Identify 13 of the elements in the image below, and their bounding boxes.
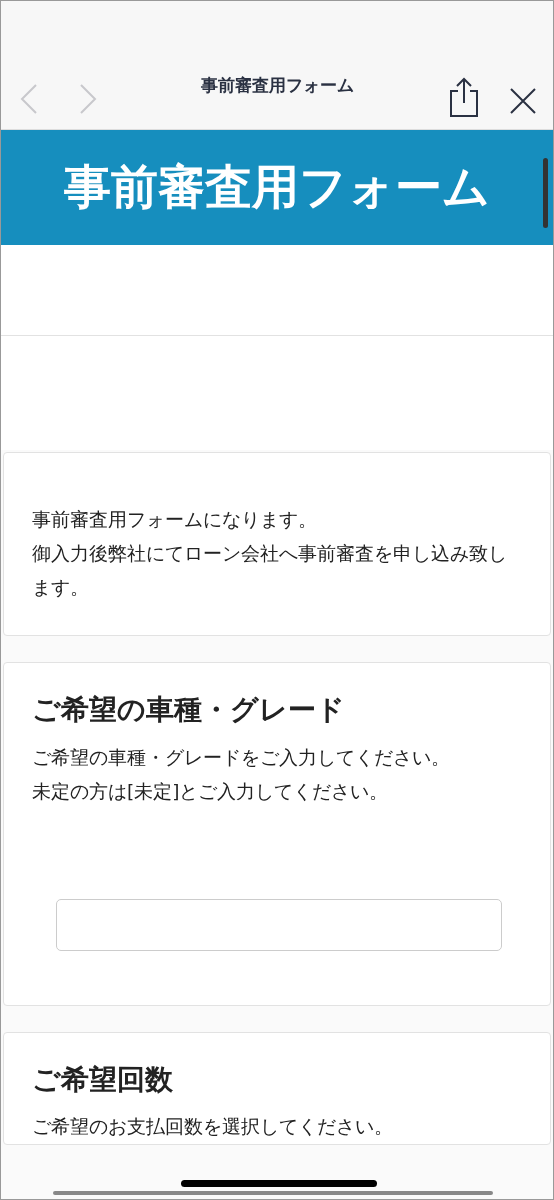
question-text: ご希望の車種・グレードをご入力してください。 xyxy=(32,745,451,770)
question-title: ご希望の車種・グレード xyxy=(32,692,346,727)
page-title: 事前審査用フォーム xyxy=(199,74,355,97)
intro-text: 御入力後弊社にてローン会社へ事前審査を申し込み致します。 xyxy=(32,542,508,600)
close-icon[interactable] xyxy=(509,87,537,115)
share-icon[interactable] xyxy=(448,77,480,117)
header-title: 事前審査用フォーム xyxy=(64,159,490,216)
input-field[interactable] xyxy=(56,898,502,951)
scroll-bar xyxy=(543,158,548,228)
question-text: 未定の方は[未定]とご入力してください。 xyxy=(32,779,390,804)
question-text: ご希望のお支払回数を選択してください。 xyxy=(32,1115,394,1140)
intro-text: 事前審査用フォームになります。 xyxy=(32,508,318,532)
question-title: ご希望回数 xyxy=(32,1061,174,1097)
